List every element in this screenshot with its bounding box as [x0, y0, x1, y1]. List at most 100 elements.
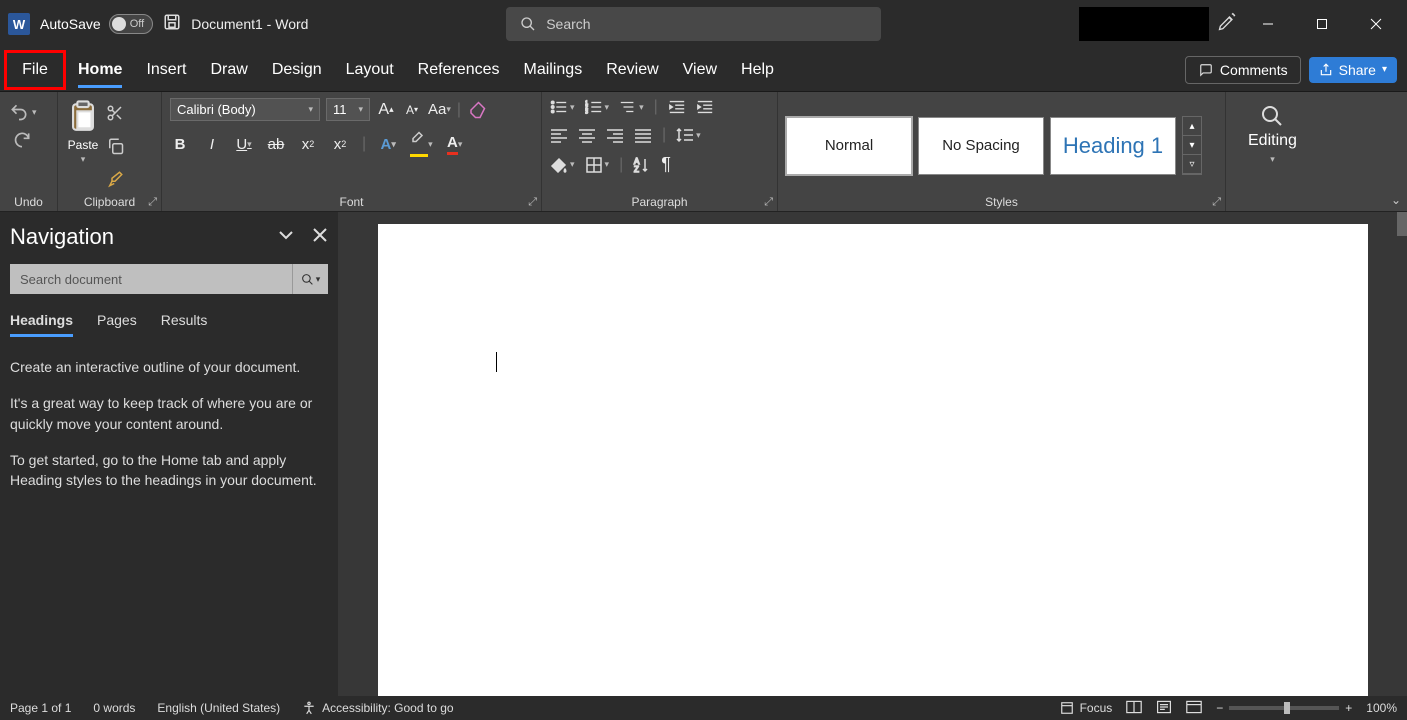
slider-track[interactable] [1229, 706, 1339, 710]
coming-soon-icon[interactable] [1217, 12, 1237, 37]
nav-search-button[interactable]: ▾ [292, 264, 328, 294]
line-spacing-button[interactable]: ▾ [676, 127, 701, 143]
zoom-in-button[interactable]: + [1345, 701, 1352, 715]
justify-button[interactable] [634, 127, 652, 143]
focus-mode-button[interactable]: Focus [1060, 701, 1113, 715]
bold-button[interactable]: B [170, 136, 190, 153]
account-area[interactable] [1079, 7, 1209, 41]
style-heading-1[interactable]: Heading 1 [1050, 117, 1176, 175]
dialog-launcher-icon[interactable]: ⤢ [528, 196, 537, 209]
italic-button[interactable]: I [202, 136, 222, 153]
bullets-button[interactable]: ▾ [550, 99, 575, 115]
clear-formatting-button[interactable] [467, 101, 487, 119]
zoom-out-button[interactable]: − [1216, 701, 1223, 715]
shrink-font-button[interactable]: A▾ [402, 103, 422, 117]
sort-button[interactable]: AZ [633, 157, 651, 173]
document-page[interactable] [378, 224, 1368, 696]
borders-button[interactable]: ▾ [585, 157, 610, 173]
underline-button[interactable]: U▾ [234, 136, 254, 153]
tab-mailings[interactable]: Mailings [512, 50, 595, 90]
align-center-button[interactable] [578, 127, 596, 143]
tab-layout[interactable]: Layout [334, 50, 406, 90]
print-layout-button[interactable] [1156, 700, 1172, 717]
vertical-scrollbar[interactable] [1397, 212, 1407, 236]
tab-view[interactable]: View [671, 50, 729, 90]
font-name-select[interactable]: Calibri (Body)▾ [170, 98, 320, 121]
nav-collapse-button[interactable] [278, 227, 294, 248]
shading-button[interactable]: ▾ [550, 157, 575, 173]
nav-tab-headings[interactable]: Headings [10, 312, 73, 337]
tab-help[interactable]: Help [729, 50, 786, 90]
dialog-launcher-icon[interactable]: ⤢ [764, 196, 773, 209]
accessibility-icon [302, 701, 316, 715]
strikethrough-button[interactable]: ab [266, 136, 286, 153]
autosave-toggle[interactable]: Off [109, 14, 153, 34]
minimize-button[interactable] [1245, 7, 1291, 41]
editing-button[interactable]: Editing ▾ [1234, 98, 1311, 165]
subscript-button[interactable]: x2 [298, 136, 318, 153]
nav-search[interactable]: ▾ [10, 264, 328, 294]
styles-more-icon[interactable]: ▿ [1183, 155, 1201, 174]
paste-button[interactable]: Paste ▾ [66, 98, 100, 165]
nav-hint-3: To get started, go to the Home tab and a… [10, 450, 328, 491]
highlight-button[interactable]: ▾ [410, 131, 433, 157]
undo-button[interactable]: ▾ [8, 102, 37, 122]
align-left-button[interactable] [550, 127, 568, 143]
document-area[interactable] [338, 212, 1407, 696]
align-right-button[interactable] [606, 127, 624, 143]
redo-button[interactable] [11, 130, 33, 155]
ribbon-collapse-button[interactable]: ⌄ [1391, 193, 1401, 207]
styles-gallery-scroll[interactable]: ▴ ▾ ▿ [1182, 116, 1202, 175]
slider-thumb[interactable] [1284, 702, 1290, 714]
zoom-slider[interactable]: − + [1216, 701, 1352, 715]
status-language[interactable]: English (United States) [157, 701, 280, 715]
tab-draw[interactable]: Draw [198, 50, 259, 90]
status-page[interactable]: Page 1 of 1 [10, 701, 71, 715]
decrease-indent-button[interactable] [668, 99, 686, 115]
dialog-launcher-icon[interactable]: ⤢ [1212, 196, 1221, 209]
comments-button[interactable]: Comments [1185, 56, 1301, 84]
numbering-button[interactable]: 123▾ [585, 99, 610, 115]
multilevel-list-button[interactable]: ▾ [619, 99, 644, 115]
maximize-button[interactable] [1299, 7, 1345, 41]
cut-button[interactable] [106, 104, 124, 127]
status-accessibility[interactable]: Accessibility: Good to go [302, 701, 453, 715]
change-case-button[interactable]: Aa▾ [428, 101, 451, 118]
tab-design[interactable]: Design [260, 50, 334, 90]
show-marks-button[interactable]: ¶ [661, 154, 671, 175]
share-button[interactable]: Share ▾ [1309, 57, 1397, 83]
line-spacing-icon [676, 127, 694, 143]
nav-tab-pages[interactable]: Pages [97, 312, 137, 337]
format-painter-button[interactable] [106, 170, 124, 193]
web-layout-button[interactable] [1186, 700, 1202, 717]
nav-search-input[interactable] [10, 272, 292, 287]
tab-review[interactable]: Review [594, 50, 670, 90]
superscript-button[interactable]: x2 [330, 136, 350, 153]
dialog-launcher-icon[interactable]: ⤢ [148, 196, 157, 209]
font-color-button[interactable]: A▾ [445, 134, 465, 155]
close-button[interactable] [1353, 7, 1399, 41]
save-icon[interactable] [163, 13, 181, 36]
scroll-down-icon[interactable]: ▾ [1183, 136, 1201, 155]
style-no-spacing[interactable]: No Spacing [918, 117, 1044, 175]
tab-file[interactable]: File [4, 50, 66, 90]
tab-insert[interactable]: Insert [134, 50, 198, 90]
number-list-icon: 123 [585, 99, 603, 115]
nav-tab-results[interactable]: Results [161, 312, 208, 337]
read-mode-button[interactable] [1126, 700, 1142, 717]
nav-close-button[interactable] [312, 227, 328, 248]
grow-font-button[interactable]: A▴ [376, 101, 396, 119]
increase-indent-button[interactable] [696, 99, 714, 115]
copy-button[interactable] [106, 137, 124, 160]
search-box[interactable]: Search [506, 7, 881, 41]
scroll-up-icon[interactable]: ▴ [1183, 117, 1201, 136]
text-effects-button[interactable]: A▾ [378, 136, 398, 153]
font-size-select[interactable]: 11▾ [326, 98, 370, 121]
borders-icon [585, 157, 603, 173]
tab-home[interactable]: Home [66, 50, 134, 90]
zoom-level[interactable]: 100% [1366, 701, 1397, 715]
style-normal[interactable]: Normal [786, 117, 912, 175]
tab-references[interactable]: References [406, 50, 512, 90]
align-right-icon [606, 127, 624, 143]
status-words[interactable]: 0 words [93, 701, 135, 715]
